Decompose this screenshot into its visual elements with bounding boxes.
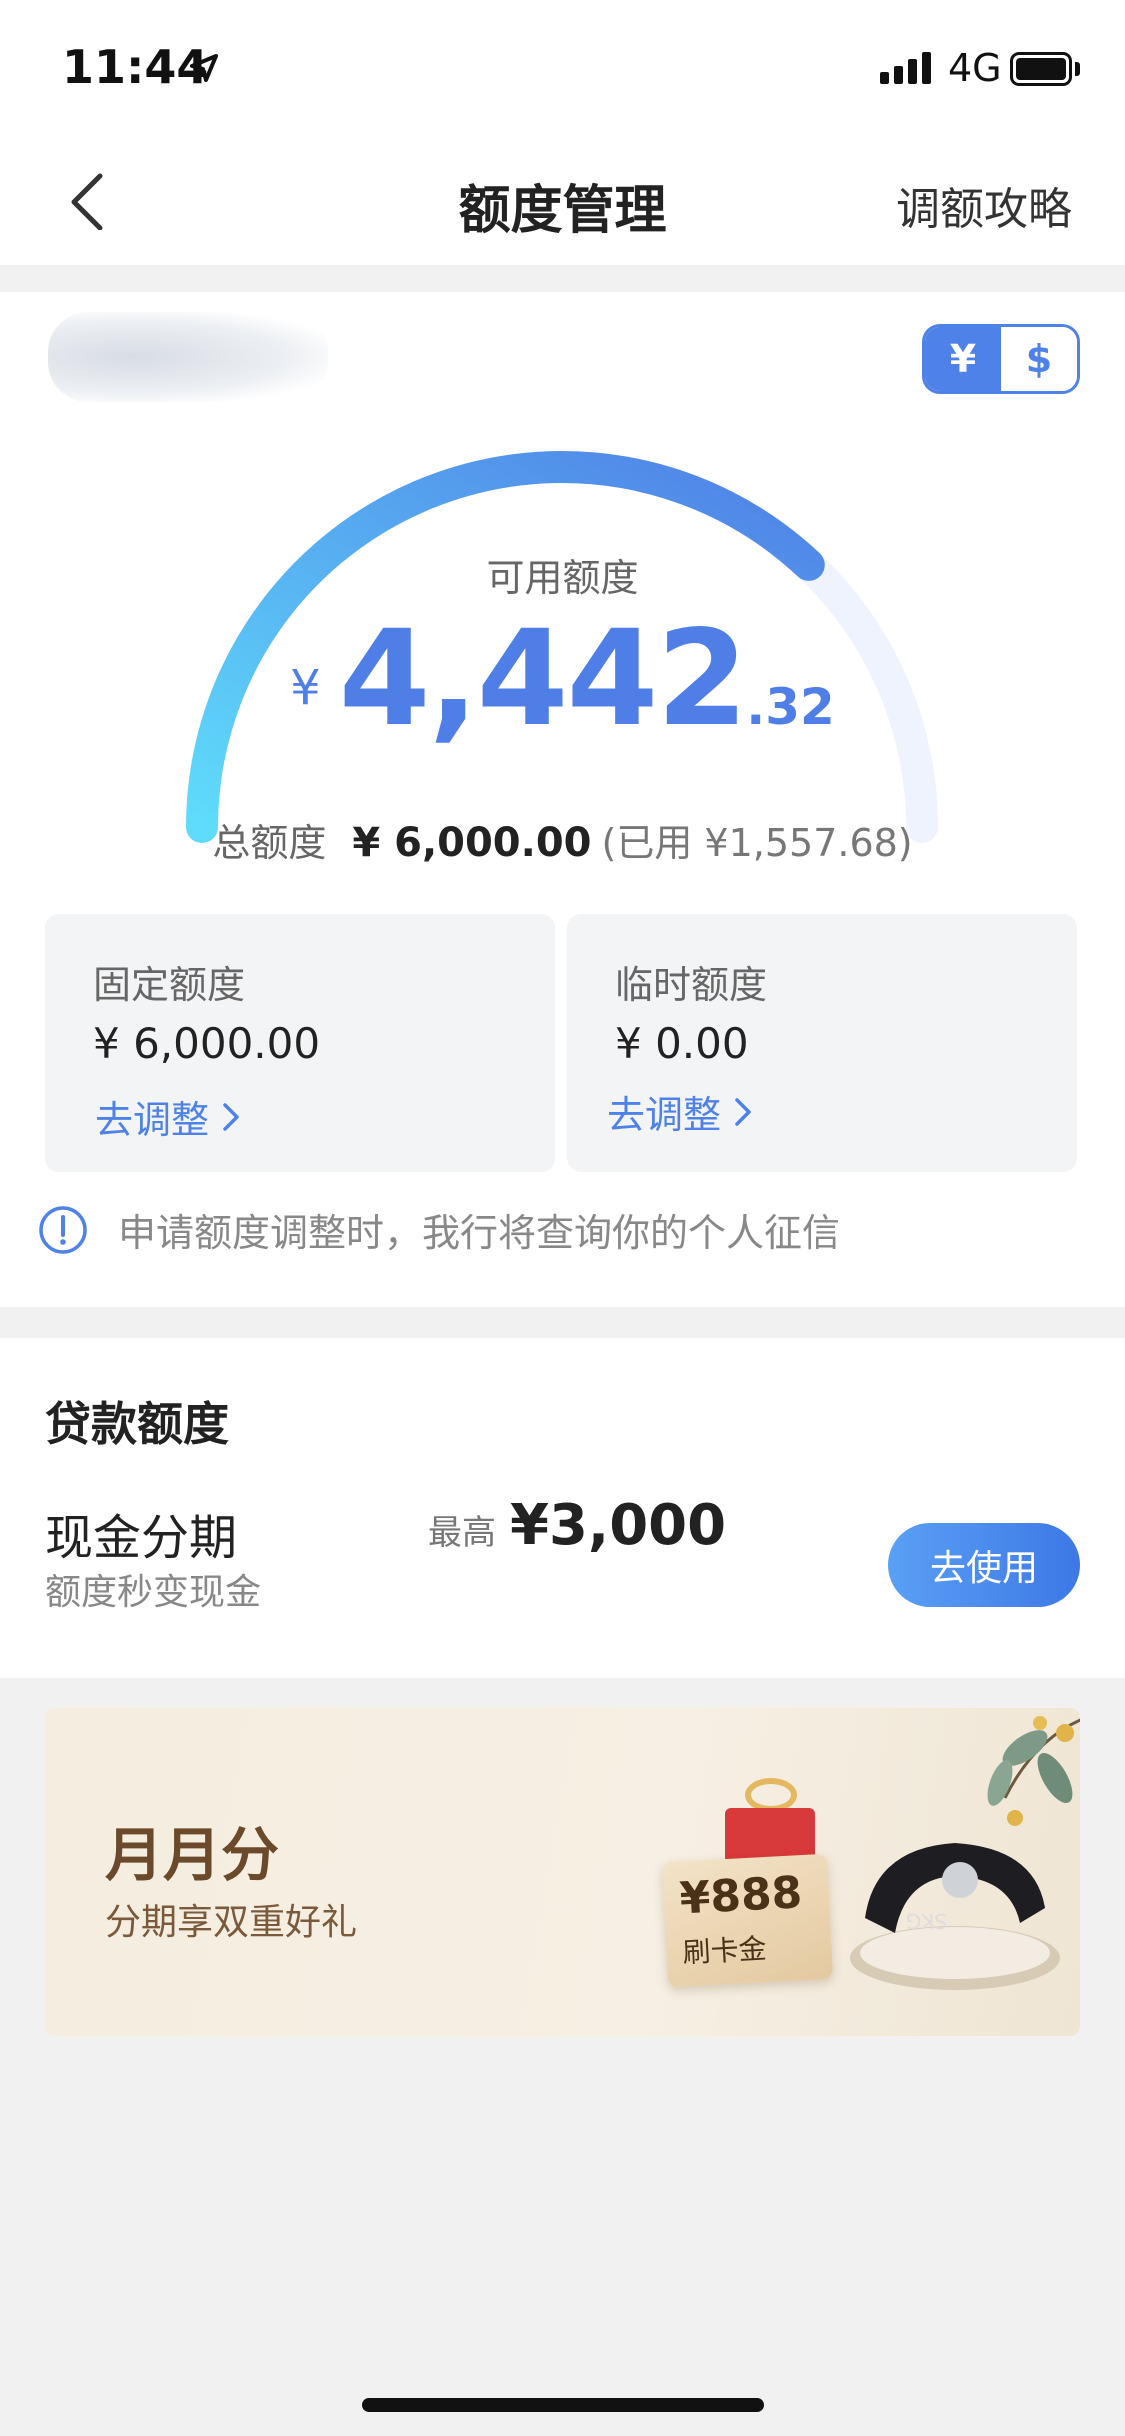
location-arrow-icon [190, 54, 218, 82]
banner-subtitle: 分期享双重好礼 [105, 1902, 358, 1943]
fixed-quota-value: ¥ 6,000.00 [93, 1019, 321, 1068]
cashback-amount: ¥888 [678, 1867, 804, 1925]
credit-overview-card: ¥ $ 可用额度 ¥4,442.32 总额度 ¥ 6,000.00 (已用 ¥1,5… [0, 292, 1125, 1307]
home-indicator [362, 2398, 764, 2412]
currency-option-usd[interactable]: $ [1001, 327, 1077, 391]
loan-max-amount: 最高 ¥3,000 [428, 1493, 726, 1558]
fixed-quota-adjust-label: 去调整 [95, 1098, 210, 1142]
total-credit-line: 总额度 ¥ 6,000.00 (已用 ¥1,557.68) [0, 812, 1125, 867]
status-bar: 11:44 4G [0, 0, 1125, 140]
navigation-bar: 额度管理 调额攻略 [0, 140, 1125, 265]
battery-tip [1075, 62, 1080, 76]
temp-quota-adjust-label: 去调整 [607, 1093, 722, 1137]
available-amount-decimal: .32 [746, 678, 835, 736]
promo-banner[interactable]: 月月分 分期享双重好礼 ¥888 刷卡金 SKG [45, 1708, 1080, 2036]
loan-product-name: 现金分期 [45, 1510, 238, 1566]
device-brand: SKG [906, 1909, 947, 1933]
use-cash-installment-button[interactable]: 去使用 [888, 1523, 1080, 1607]
gift-bow-icon [745, 1778, 797, 1812]
total-credit-label: 总额度 [212, 821, 327, 865]
adjustment-guide-link[interactable]: 调额攻略 [896, 173, 1072, 237]
available-credit-label: 可用额度 [486, 556, 639, 600]
loan-max-value: ¥3,000 [510, 1493, 727, 1558]
available-amount-integer: 4,442 [338, 602, 749, 756]
chevron-right-icon [735, 1097, 751, 1126]
cashback-label: 刷卡金 [681, 1932, 768, 1970]
total-credit-value: ¥ 6,000.00 [352, 820, 592, 866]
used-credit-text: (已用 ¥1,557.68) [601, 821, 913, 865]
loan-section-title: 贷款额度 [45, 1397, 229, 1451]
info-icon [39, 1205, 87, 1254]
temp-quota-adjust-link[interactable]: 去调整 [607, 1084, 753, 1139]
credit-check-notice: 申请额度调整时，我行将查询你的个人征信 [38, 1202, 840, 1257]
fixed-quota-box: 固定额度 ¥ 6,000.00 去调整 [45, 914, 555, 1172]
cashback-tag: ¥888 刷卡金 [661, 1853, 834, 1988]
battery-icon [1010, 52, 1072, 86]
temp-quota-title: 临时额度 [615, 963, 768, 1007]
fixed-quota-adjust-link[interactable]: 去调整 [95, 1089, 241, 1144]
available-currency-symbol: ¥ [290, 660, 321, 716]
temp-quota-value: ¥ 0.00 [615, 1019, 749, 1068]
status-time: 11:44 [62, 40, 209, 94]
available-credit-amount: ¥4,442.32 [0, 602, 1125, 756]
loan-quota-card: 贷款额度 现金分期 额度秒变现金 最高 ¥3,000 去使用 [0, 1338, 1125, 1678]
network-type: 4G [948, 46, 1002, 90]
notice-text: 申请额度调整时，我行将查询你的个人征信 [118, 1211, 841, 1255]
loan-max-label: 最高 [428, 1513, 496, 1553]
banner-title: 月月分 [105, 1821, 280, 1889]
fixed-quota-title: 固定额度 [93, 963, 246, 1007]
chevron-right-icon [223, 1102, 239, 1131]
neck-massager-image: SKG [850, 1843, 1060, 1990]
loan-product-subtitle: 额度秒变现金 [45, 1572, 262, 1613]
temp-quota-box: 临时额度 ¥ 0.00 去调整 [567, 914, 1077, 1172]
cellular-signal-icon [880, 52, 931, 84]
